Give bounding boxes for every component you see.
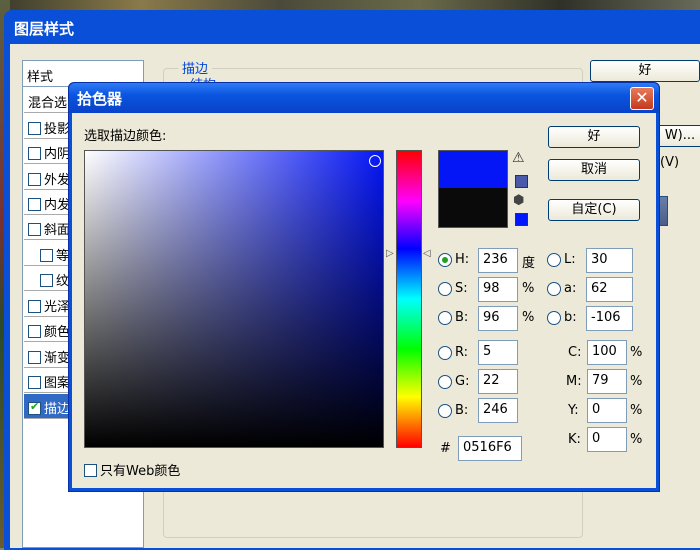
checkbox[interactable] [40,249,53,262]
web-colors-only-checkbox[interactable]: 只有Web颜色 [84,460,180,479]
sidebar-item-label: 混合选 [28,96,68,111]
checkbox[interactable] [28,351,41,364]
brightness-label: B: [455,310,469,325]
black-label: K: [568,432,581,447]
cancel-button[interactable]: 取消 [548,159,640,181]
out-of-gamut-warning-icon[interactable]: ⚠ [512,150,525,166]
yellow-input[interactable]: 0 [587,398,627,423]
yellow-label: Y: [568,403,579,418]
magenta-unit: % [630,374,643,389]
lab-a-label: a: [564,281,577,296]
hex-input[interactable]: 0516F6 [458,436,522,461]
hue-input[interactable]: 236 [478,248,518,273]
sidebar-item-label: 投影 [44,122,71,137]
checkbox[interactable] [40,274,53,287]
sidebar-item-label: 图案 [44,376,71,391]
magenta-label: M: [566,374,582,389]
color-field[interactable] [84,150,384,448]
red-label: R: [455,345,469,360]
saturation-unit: % [522,281,535,296]
cyan-unit: % [630,345,643,360]
select-color-label: 选取描边颜色: [84,129,167,144]
lab-b-input[interactable]: -106 [586,306,633,331]
checkbox[interactable] [28,122,41,135]
hue-unit: 度 [522,256,536,271]
blue-label: B: [455,403,469,418]
hue-label: H: [455,252,470,267]
blue-radio[interactable] [438,404,452,418]
hue-radio[interactable] [438,253,452,267]
checkbox[interactable] [28,223,41,236]
current-color-swatch[interactable] [438,188,508,228]
lab-b-label: b: [564,310,577,325]
checkbox[interactable] [28,198,41,211]
layer-style-ok-button[interactable]: 好 [590,60,700,82]
lab-l-input[interactable]: 30 [586,248,633,273]
ok-button[interactable]: 好 [548,126,640,148]
sidebar-item-label: 内发 [44,198,71,213]
preview-label[interactable]: (V) [660,155,679,170]
cyan-label: C: [568,345,582,360]
sidebar-item-label: 内阴 [44,147,71,162]
hue-slider[interactable] [396,150,422,448]
layer-style-title: 图层样式 [14,20,75,38]
checkbox[interactable] [28,376,41,389]
brightness-input[interactable]: 96 [478,306,518,331]
color-field-marker[interactable] [369,155,381,167]
checkbox[interactable] [28,173,41,186]
sidebar-item-label: 描边 [44,402,71,417]
sidebar-item-label: 外发 [44,173,71,188]
saturation-input[interactable]: 98 [478,277,518,302]
custom-button[interactable]: 自定(C) [548,199,640,221]
checkbox[interactable] [28,325,41,338]
lab-l-label: L: [564,252,576,267]
green-radio[interactable] [438,375,452,389]
color-picker-titlebar[interactable] [69,83,659,113]
yellow-unit: % [630,403,643,418]
close-icon[interactable]: ✕ [630,87,654,110]
checkbox-checked[interactable] [28,400,41,415]
blue-input[interactable]: 246 [478,398,518,423]
saturation-radio[interactable] [438,282,452,296]
hue-slider-left-arrow-icon[interactable]: ▷ [386,248,394,259]
checkbox[interactable] [28,300,41,313]
web-colors-only-label: 只有Web颜色 [100,464,181,479]
lab-a-radio[interactable] [547,282,561,296]
green-input[interactable]: 22 [478,369,518,394]
sidebar-item-label: 颜色 [44,325,71,340]
cyan-input[interactable]: 100 [587,340,627,365]
red-radio[interactable] [438,346,452,360]
sidebar-item-label: 渐变 [44,351,71,366]
green-label: G: [455,374,470,389]
hue-slider-right-arrow-icon[interactable]: ◁ [423,248,431,259]
saturation-label: S: [455,281,468,296]
web-safe-cube-icon[interactable]: ⬢ [513,193,524,208]
red-input[interactable]: 5 [478,340,518,365]
hex-label: # [440,441,451,456]
magenta-input[interactable]: 79 [587,369,627,394]
sidebar-item-label: 斜面 [44,223,71,238]
new-color-swatch [438,150,508,188]
lab-l-radio[interactable] [547,253,561,267]
lab-b-radio[interactable] [547,311,561,325]
brightness-unit: % [522,310,535,325]
sidebar-item-label: 光泽 [44,300,71,315]
checkbox[interactable] [84,464,97,477]
web-safe-color-swatch[interactable] [515,213,528,226]
lab-a-input[interactable]: 62 [586,277,633,302]
color-picker-title: 拾色器 [77,90,123,108]
black-unit: % [630,432,643,447]
checkbox[interactable] [28,147,41,160]
brightness-radio[interactable] [438,311,452,325]
gamut-color-swatch[interactable] [515,175,528,188]
black-input[interactable]: 0 [587,427,627,452]
